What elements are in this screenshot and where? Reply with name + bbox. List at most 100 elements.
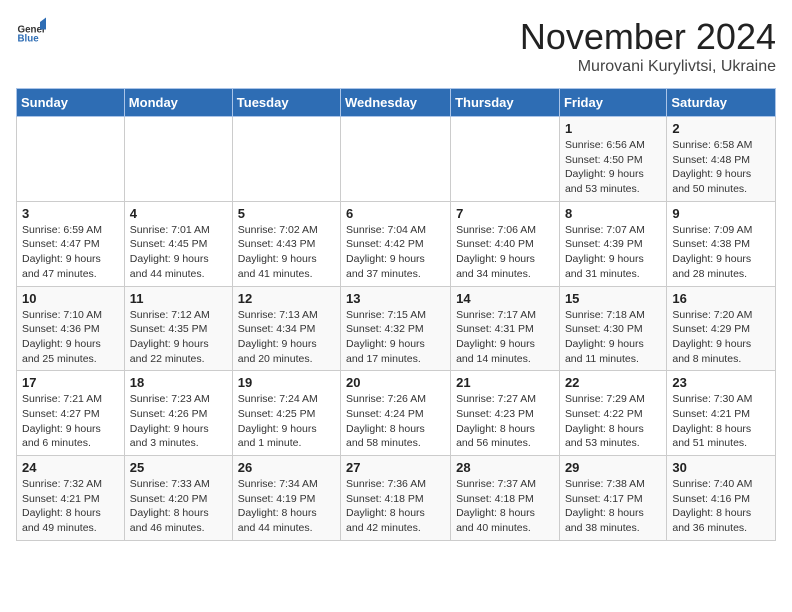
day-number: 16	[672, 291, 770, 306]
day-number: 24	[22, 460, 119, 475]
day-number: 11	[130, 291, 227, 306]
day-number: 25	[130, 460, 227, 475]
day-info: Sunrise: 7:21 AMSunset: 4:27 PMDaylight:…	[22, 392, 119, 451]
day-info: Sunrise: 7:02 AMSunset: 4:43 PMDaylight:…	[238, 223, 335, 282]
day-number: 7	[456, 206, 554, 221]
calendar-cell: 29 Sunrise: 7:38 AMSunset: 4:17 PMDayligh…	[559, 456, 666, 541]
day-info: Sunrise: 7:40 AMSunset: 4:16 PMDaylight:…	[672, 477, 770, 536]
header-friday: Friday	[559, 89, 666, 117]
calendar-cell: 24 Sunrise: 7:32 AMSunset: 4:21 PMDayligh…	[17, 456, 125, 541]
header-tuesday: Tuesday	[232, 89, 340, 117]
day-info: Sunrise: 7:15 AMSunset: 4:32 PMDaylight:…	[346, 308, 445, 367]
day-info: Sunrise: 7:04 AMSunset: 4:42 PMDaylight:…	[346, 223, 445, 282]
day-info: Sunrise: 7:34 AMSunset: 4:19 PMDaylight:…	[238, 477, 335, 536]
day-info: Sunrise: 7:06 AMSunset: 4:40 PMDaylight:…	[456, 223, 554, 282]
day-number: 17	[22, 375, 119, 390]
calendar-cell: 3Sunrise: 6:59 AMSunset: 4:47 PMDaylight…	[17, 201, 125, 286]
title-block: November 2024 Murovani Kurylivtsi, Ukrai…	[520, 16, 776, 76]
calendar-cell	[17, 117, 125, 202]
calendar-cell: 9 Sunrise: 7:09 AMSunset: 4:38 PMDaylight…	[667, 201, 776, 286]
day-info: Sunrise: 6:59 AMSunset: 4:47 PMDaylight:…	[22, 223, 119, 282]
week-row-1: 3Sunrise: 6:59 AMSunset: 4:47 PMDaylight…	[17, 201, 776, 286]
calendar-body: 1Sunrise: 6:56 AMSunset: 4:50 PMDaylight…	[17, 117, 776, 541]
calendar-cell: 14 Sunrise: 7:17 AMSunset: 4:31 PMDayligh…	[451, 286, 560, 371]
calendar-cell: 28 Sunrise: 7:37 AMSunset: 4:18 PMDayligh…	[451, 456, 560, 541]
day-number: 23	[672, 375, 770, 390]
day-info: Sunrise: 7:17 AMSunset: 4:31 PMDaylight:…	[456, 308, 554, 367]
calendar-cell: 5Sunrise: 7:02 AMSunset: 4:43 PMDaylight…	[232, 201, 340, 286]
day-number: 22	[565, 375, 661, 390]
day-info: Sunrise: 7:10 AMSunset: 4:36 PMDaylight:…	[22, 308, 119, 367]
day-number: 2	[672, 121, 770, 136]
calendar-cell: 6Sunrise: 7:04 AMSunset: 4:42 PMDaylight…	[341, 201, 451, 286]
calendar-cell	[451, 117, 560, 202]
day-info: Sunrise: 7:30 AMSunset: 4:21 PMDaylight:…	[672, 392, 770, 451]
day-info: Sunrise: 7:37 AMSunset: 4:18 PMDaylight:…	[456, 477, 554, 536]
day-info: Sunrise: 7:23 AMSunset: 4:26 PMDaylight:…	[130, 392, 227, 451]
main-title: November 2024	[520, 16, 776, 58]
day-info: Sunrise: 7:24 AMSunset: 4:25 PMDaylight:…	[238, 392, 335, 451]
page-header: General Blue November 2024 Murovani Kury…	[16, 16, 776, 76]
day-info: Sunrise: 7:07 AMSunset: 4:39 PMDaylight:…	[565, 223, 661, 282]
day-number: 12	[238, 291, 335, 306]
day-number: 30	[672, 460, 770, 475]
day-number: 14	[456, 291, 554, 306]
day-info: Sunrise: 7:18 AMSunset: 4:30 PMDaylight:…	[565, 308, 661, 367]
logo: General Blue	[16, 16, 46, 46]
day-number: 28	[456, 460, 554, 475]
day-info: Sunrise: 7:33 AMSunset: 4:20 PMDaylight:…	[130, 477, 227, 536]
header-monday: Monday	[124, 89, 232, 117]
calendar-cell	[232, 117, 340, 202]
header-sunday: Sunday	[17, 89, 125, 117]
day-number: 29	[565, 460, 661, 475]
calendar-cell: 10 Sunrise: 7:10 AMSunset: 4:36 PMDayligh…	[17, 286, 125, 371]
day-info: Sunrise: 7:32 AMSunset: 4:21 PMDaylight:…	[22, 477, 119, 536]
header-wednesday: Wednesday	[341, 89, 451, 117]
calendar-cell	[341, 117, 451, 202]
day-number: 26	[238, 460, 335, 475]
calendar-cell: 26 Sunrise: 7:34 AMSunset: 4:19 PMDayligh…	[232, 456, 340, 541]
day-info: Sunrise: 7:38 AMSunset: 4:17 PMDaylight:…	[565, 477, 661, 536]
day-info: Sunrise: 7:01 AMSunset: 4:45 PMDaylight:…	[130, 223, 227, 282]
calendar-cell: 27 Sunrise: 7:36 AMSunset: 4:18 PMDayligh…	[341, 456, 451, 541]
svg-text:Blue: Blue	[18, 34, 40, 45]
day-info: Sunrise: 7:36 AMSunset: 4:18 PMDaylight:…	[346, 477, 445, 536]
calendar-cell: 16 Sunrise: 7:20 AMSunset: 4:29 PMDayligh…	[667, 286, 776, 371]
day-info: Sunrise: 7:12 AMSunset: 4:35 PMDaylight:…	[130, 308, 227, 367]
calendar-cell: 13 Sunrise: 7:15 AMSunset: 4:32 PMDayligh…	[341, 286, 451, 371]
subtitle: Murovani Kurylivtsi, Ukraine	[520, 58, 776, 76]
calendar-cell: 21 Sunrise: 7:27 AMSunset: 4:23 PMDayligh…	[451, 371, 560, 456]
week-row-0: 1Sunrise: 6:56 AMSunset: 4:50 PMDaylight…	[17, 117, 776, 202]
day-number: 10	[22, 291, 119, 306]
week-row-3: 17 Sunrise: 7:21 AMSunset: 4:27 PMDayligh…	[17, 371, 776, 456]
calendar-cell: 4Sunrise: 7:01 AMSunset: 4:45 PMDaylight…	[124, 201, 232, 286]
day-info: Sunrise: 7:09 AMSunset: 4:38 PMDaylight:…	[672, 223, 770, 282]
day-number: 27	[346, 460, 445, 475]
calendar-cell: 18Sunrise: 7:23 AMSunset: 4:26 PMDayligh…	[124, 371, 232, 456]
day-info: Sunrise: 7:29 AMSunset: 4:22 PMDaylight:…	[565, 392, 661, 451]
calendar-cell: 15Sunrise: 7:18 AMSunset: 4:30 PMDayligh…	[559, 286, 666, 371]
day-number: 9	[672, 206, 770, 221]
header-row: SundayMondayTuesdayWednesdayThursdayFrid…	[17, 89, 776, 117]
calendar-cell: 17 Sunrise: 7:21 AMSunset: 4:27 PMDayligh…	[17, 371, 125, 456]
day-info: Sunrise: 7:20 AMSunset: 4:29 PMDaylight:…	[672, 308, 770, 367]
day-number: 21	[456, 375, 554, 390]
header-saturday: Saturday	[667, 89, 776, 117]
calendar-table: SundayMondayTuesdayWednesdayThursdayFrid…	[16, 88, 776, 541]
day-info: Sunrise: 7:27 AMSunset: 4:23 PMDaylight:…	[456, 392, 554, 451]
calendar-cell: 1Sunrise: 6:56 AMSunset: 4:50 PMDaylight…	[559, 117, 666, 202]
calendar-cell: 25 Sunrise: 7:33 AMSunset: 4:20 PMDayligh…	[124, 456, 232, 541]
day-number: 20	[346, 375, 445, 390]
calendar-cell: 12Sunrise: 7:13 AMSunset: 4:34 PMDayligh…	[232, 286, 340, 371]
calendar-header: SundayMondayTuesdayWednesdayThursdayFrid…	[17, 89, 776, 117]
day-number: 13	[346, 291, 445, 306]
logo-icon: General Blue	[16, 16, 46, 46]
calendar-cell: 20Sunrise: 7:26 AMSunset: 4:24 PMDayligh…	[341, 371, 451, 456]
day-number: 8	[565, 206, 661, 221]
calendar-cell: 23 Sunrise: 7:30 AMSunset: 4:21 PMDayligh…	[667, 371, 776, 456]
calendar-cell: 22 Sunrise: 7:29 AMSunset: 4:22 PMDayligh…	[559, 371, 666, 456]
calendar-cell: 30 Sunrise: 7:40 AMSunset: 4:16 PMDayligh…	[667, 456, 776, 541]
week-row-4: 24 Sunrise: 7:32 AMSunset: 4:21 PMDayligh…	[17, 456, 776, 541]
day-info: Sunrise: 6:58 AMSunset: 4:48 PMDaylight:…	[672, 138, 770, 197]
day-number: 1	[565, 121, 661, 136]
